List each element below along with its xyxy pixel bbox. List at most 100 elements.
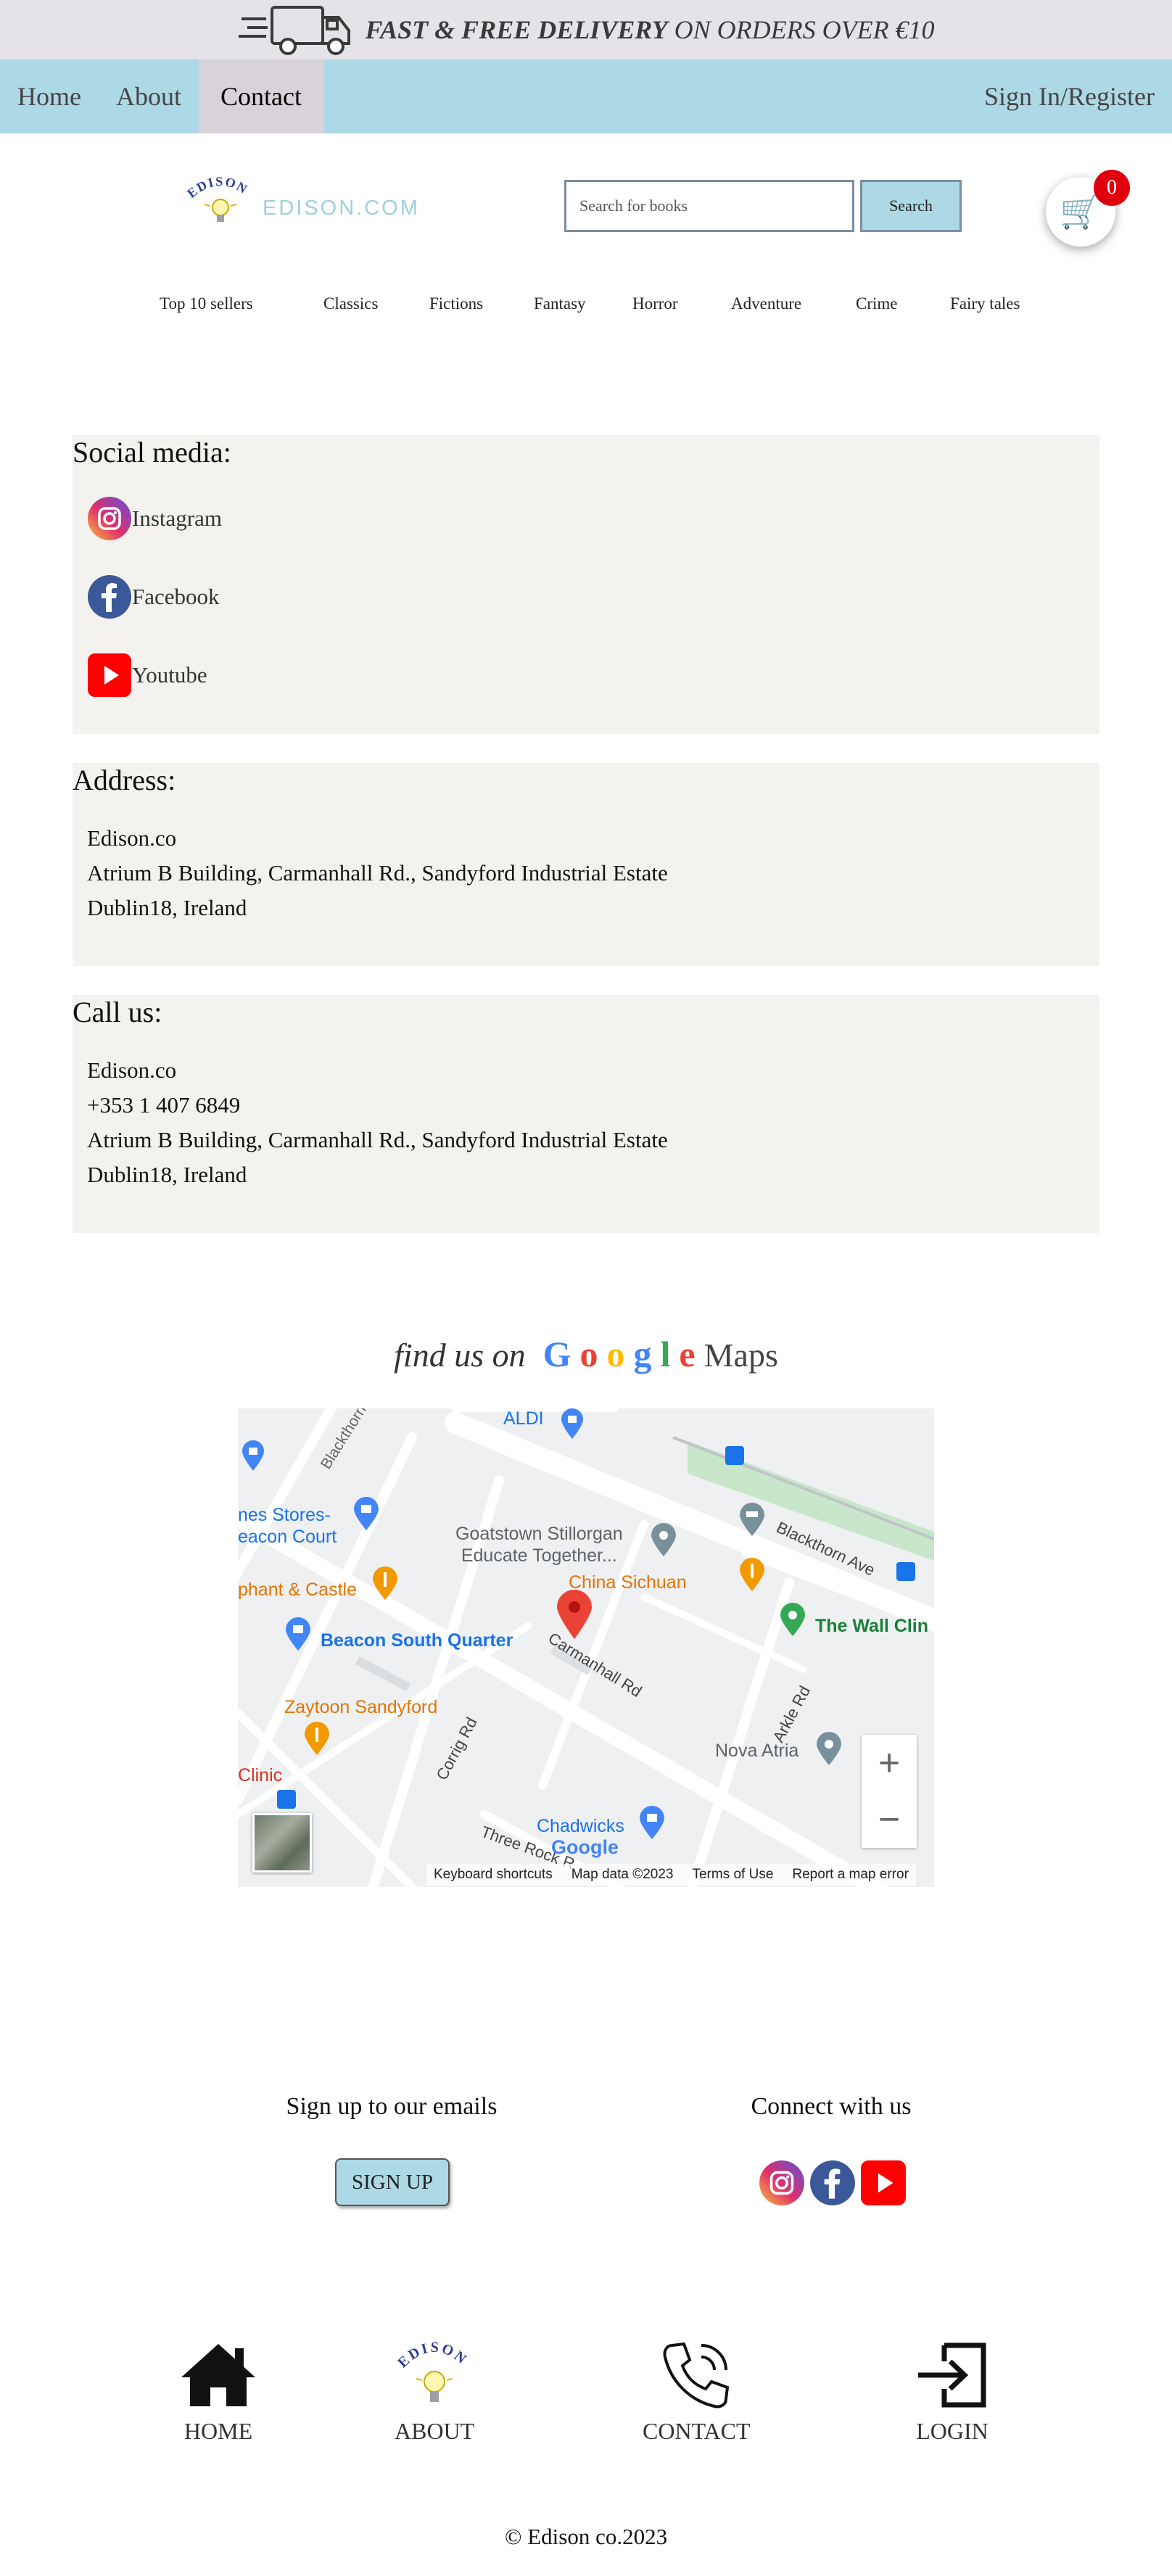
office-pin-icon[interactable] (815, 1732, 843, 1767)
map-zoom-control: + − (862, 1735, 917, 1848)
copyright: © Edison co.2023 (504, 2524, 668, 2549)
edison-logo[interactable]: EDISON EDISON.COM (186, 173, 432, 231)
google-map-logo: Google (551, 1836, 619, 1858)
map-label-china-sichuan: China Sichuan (569, 1572, 687, 1593)
category-fairy-tales[interactable]: Fairy tales (950, 294, 1020, 313)
map-label-elephant: phant & Castle (238, 1580, 357, 1600)
bottom-nav-login[interactable]: LOGIN (912, 2335, 992, 2445)
google-letter: g (633, 1334, 652, 1374)
home-icon (181, 2344, 255, 2406)
map-label-goatstown: Goatstown Stillorgan Educate Together... (455, 1524, 623, 1566)
shopping-pin-icon[interactable] (241, 1440, 265, 1472)
social-facebook-label: Facebook (132, 584, 220, 609)
social-facebook-link[interactable]: Facebook (87, 574, 220, 619)
google-letter: l (660, 1334, 671, 1374)
cart-button[interactable]: 🛒 0 (1046, 170, 1130, 247)
medical-pin-icon[interactable] (779, 1603, 806, 1638)
category-top-10-sellers[interactable]: Top 10 sellers (160, 294, 253, 313)
map-label-nova-atria: Nova Atria (715, 1741, 799, 1761)
cart-count-badge: 0 (1094, 170, 1130, 206)
social-media-title: Social media: (73, 436, 231, 468)
terms-of-use-link[interactable]: Terms of Use (692, 1867, 773, 1883)
instagram-icon[interactable] (759, 2160, 805, 2206)
category-classics[interactable]: Classics (323, 294, 378, 313)
map-data-text: Map data ©2023 (571, 1867, 674, 1882)
address-line: Edison.co (87, 825, 177, 851)
shopping-pin-icon[interactable] (560, 1408, 585, 1440)
call-us-title: Call us: (73, 996, 162, 1028)
restaurant-pin-icon[interactable] (303, 1722, 331, 1756)
school-pin-icon[interactable] (650, 1523, 677, 1558)
bus-stop-icon[interactable] (277, 1790, 296, 1809)
restaurant-pin-icon[interactable] (738, 1558, 766, 1593)
logo-arc-text: EDISON (186, 174, 249, 201)
restaurant-pin-icon[interactable] (371, 1566, 399, 1601)
social-instagram-link[interactable]: Instagram (87, 496, 222, 541)
facebook-icon (88, 575, 131, 619)
category-fantasy[interactable]: Fantasy (534, 294, 586, 313)
map-label-clinic: Clinic (238, 1765, 283, 1786)
shopping-pin-icon[interactable] (284, 1617, 312, 1652)
bottom-nav-login-label: LOGIN (916, 2418, 989, 2444)
category-crime[interactable]: Crime (856, 294, 898, 313)
phone-icon (663, 2342, 730, 2408)
bottom-nav-contact-label: CONTACT (643, 2418, 751, 2444)
maps-heading-find: find us on (394, 1337, 526, 1374)
bus-stop-icon[interactable] (896, 1562, 915, 1581)
nav-home[interactable]: Home (0, 59, 99, 133)
phone-number: +353 1 407 6849 (87, 1092, 241, 1118)
connect-icons (759, 2160, 907, 2206)
bottom-nav-home[interactable]: HOME (178, 2335, 258, 2445)
google-map[interactable]: ALDI nes Stores- eacon Court Goatstown S… (238, 1408, 934, 1887)
map-label-beacon-south: Beacon South Quarter (321, 1630, 513, 1651)
facebook-icon[interactable] (809, 2160, 856, 2206)
search-button[interactable]: Search (860, 180, 962, 232)
social-media-panel: Social media: Instagram Facebook Youtube (73, 435, 1099, 734)
map-label-aldi: ALDI (503, 1408, 544, 1429)
keyboard-shortcuts-link[interactable]: Keyboard shortcuts (434, 1867, 553, 1883)
bottom-nav-about-label: ABOUT (395, 2418, 475, 2444)
category-horror[interactable]: Horror (632, 294, 678, 313)
call-line: Atrium B Building, Carmanhall Rd., Sandy… (87, 1127, 668, 1152)
bottom-nav-home-label: HOME (183, 2418, 253, 2444)
google-letter: e (679, 1334, 696, 1374)
bottom-nav-about[interactable]: EDISON ABOUT (395, 2335, 474, 2445)
nav-contact[interactable]: Contact (198, 59, 323, 133)
zoom-in-button[interactable]: + (862, 1735, 917, 1791)
google-letter: o (579, 1334, 598, 1374)
search-input[interactable] (564, 180, 854, 232)
report-map-error-link[interactable]: Report a map error (792, 1867, 909, 1883)
map-label-zaytoon: Zaytoon Sandyford (284, 1697, 438, 1717)
signup-button[interactable]: SIGN UP (335, 2158, 450, 2206)
svg-text:EDISON: EDISON (186, 174, 251, 201)
delivery-truck-icon (239, 6, 351, 55)
satellite-toggle[interactable] (252, 1813, 312, 1873)
youtube-icon (88, 653, 131, 697)
nav-signin-register[interactable]: Sign In/Register (967, 59, 1172, 133)
social-instagram-label: Instagram (132, 505, 222, 531)
category-fictions[interactable]: Fictions (429, 294, 483, 313)
category-nav: Top 10 sellers Classics Fictions Fantasy… (0, 294, 1172, 321)
promo-text: FAST & FREE DELIVERY ON ORDERS OVER €10 (365, 15, 935, 44)
zoom-out-button[interactable]: − (862, 1791, 917, 1848)
address-panel: Address: Edison.co Atrium B Building, Ca… (73, 763, 1099, 966)
shopping-pin-icon[interactable] (352, 1497, 380, 1532)
bus-stop-icon[interactable] (725, 1446, 744, 1465)
logo-text: EDISON.COM (263, 197, 420, 220)
address-line: Atrium B Building, Carmanhall Rd., Sandy… (87, 860, 668, 886)
google-letter: o (606, 1334, 625, 1374)
category-adventure[interactable]: Adventure (731, 294, 801, 313)
bottom-logo-arc: EDISON (395, 2340, 469, 2371)
google-letter: G (542, 1334, 571, 1374)
social-youtube-link[interactable]: Youtube (87, 653, 207, 698)
svg-text:EDISON: EDISON (395, 2340, 471, 2371)
shopping-pin-icon[interactable] (638, 1806, 666, 1841)
school-pin-icon[interactable] (738, 1503, 766, 1537)
edison-logo-icon: EDISON (395, 2340, 471, 2402)
social-youtube-label: Youtube (132, 662, 207, 688)
bottom-nav-contact[interactable]: CONTACT (643, 2335, 751, 2445)
address-line: Dublin18, Ireland (87, 895, 247, 920)
youtube-icon[interactable] (860, 2160, 907, 2206)
nav-about[interactable]: About (99, 59, 199, 133)
